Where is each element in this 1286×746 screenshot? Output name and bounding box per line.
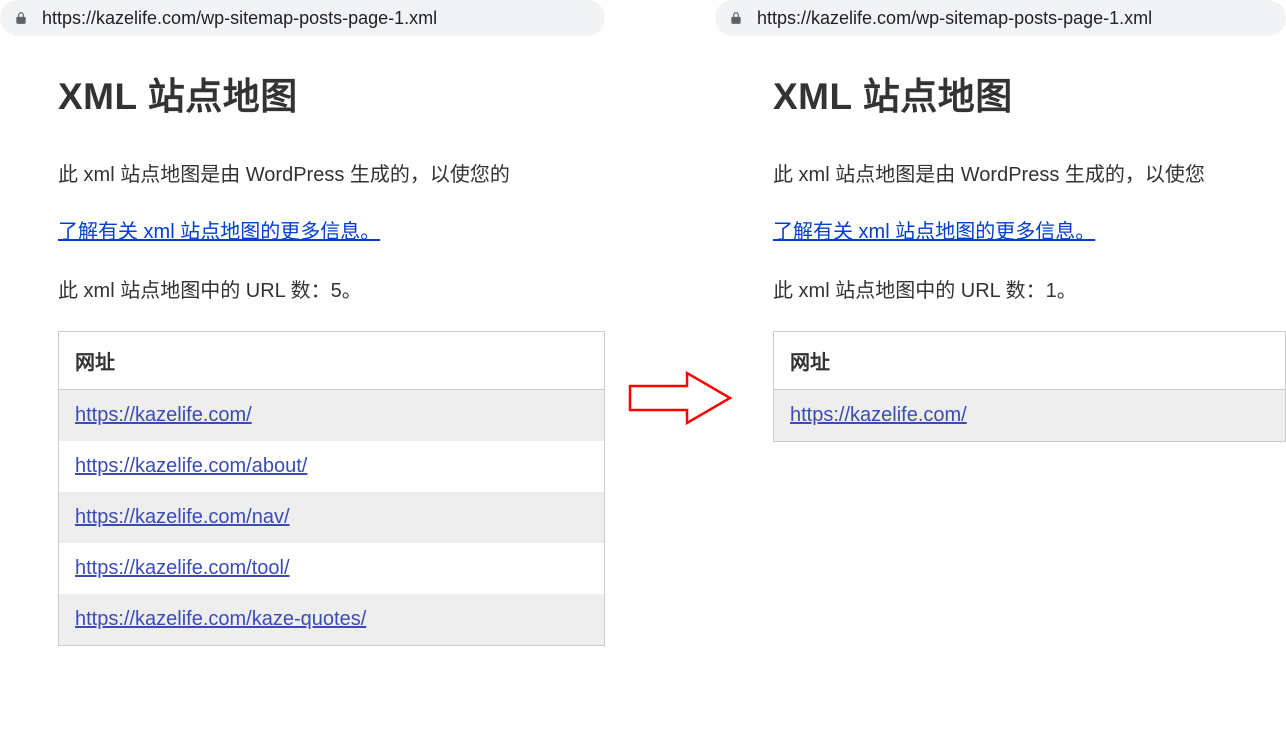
left-panel: https://kazelife.com/wp-sitemap-posts-pa… [0,0,605,746]
url-cell: https://kazelife.com/ [774,390,1286,442]
page-title: XML 站点地图 [58,66,605,120]
url-count-text: 此 xml 站点地图中的 URL 数：5。 [58,274,605,303]
sitemap-url-link[interactable]: https://kazelife.com/nav/ [75,506,290,528]
sitemap-table: 网址 https://kazelife.com/ [773,331,1286,442]
sitemap-table: 网址 https://kazelife.com/https://kazelife… [58,331,605,646]
right-panel: https://kazelife.com/wp-sitemap-posts-pa… [715,0,1286,746]
sitemap-url-link[interactable]: https://kazelife.com/kaze-quotes/ [75,608,366,630]
sitemap-url-link[interactable]: https://kazelife.com/tool/ [75,557,290,579]
lock-icon [729,11,743,25]
url-cell: https://kazelife.com/tool/ [59,543,605,594]
table-header-url: 网址 [59,332,605,390]
table-row: https://kazelife.com/tool/ [59,543,605,594]
table-row: https://kazelife.com/about/ [59,441,605,492]
url-count-text: 此 xml 站点地图中的 URL 数：1。 [773,274,1286,303]
page-content: XML 站点地图 此 xml 站点地图是由 WordPress 生成的，以使您的… [0,66,605,646]
sitemap-url-link[interactable]: https://kazelife.com/about/ [75,455,307,477]
learn-more-link[interactable]: 了解有关 xml 站点地图的更多信息。 [58,215,380,244]
url-cell: https://kazelife.com/kaze-quotes/ [59,594,605,646]
page-content: XML 站点地图 此 xml 站点地图是由 WordPress 生成的，以使您 … [715,66,1286,442]
arrow-icon [625,368,735,428]
url-cell: https://kazelife.com/nav/ [59,492,605,543]
sitemap-url-link[interactable]: https://kazelife.com/ [75,404,252,426]
description-text: 此 xml 站点地图是由 WordPress 生成的，以使您 [773,158,1286,187]
url-cell: https://kazelife.com/about/ [59,441,605,492]
description-text: 此 xml 站点地图是由 WordPress 生成的，以使您的 [58,158,605,187]
lock-icon [14,11,28,25]
table-row: https://kazelife.com/nav/ [59,492,605,543]
address-bar[interactable]: https://kazelife.com/wp-sitemap-posts-pa… [715,0,1286,36]
sitemap-url-link[interactable]: https://kazelife.com/ [790,404,967,426]
address-url[interactable]: https://kazelife.com/wp-sitemap-posts-pa… [42,8,437,29]
address-bar[interactable]: https://kazelife.com/wp-sitemap-posts-pa… [0,0,605,36]
table-row: https://kazelife.com/ [59,390,605,442]
page-title: XML 站点地图 [773,66,1286,120]
address-url[interactable]: https://kazelife.com/wp-sitemap-posts-pa… [757,8,1152,29]
table-row: https://kazelife.com/ [774,390,1286,442]
table-header-url: 网址 [774,332,1286,390]
learn-more-link[interactable]: 了解有关 xml 站点地图的更多信息。 [773,215,1095,244]
url-cell: https://kazelife.com/ [59,390,605,442]
table-row: https://kazelife.com/kaze-quotes/ [59,594,605,646]
